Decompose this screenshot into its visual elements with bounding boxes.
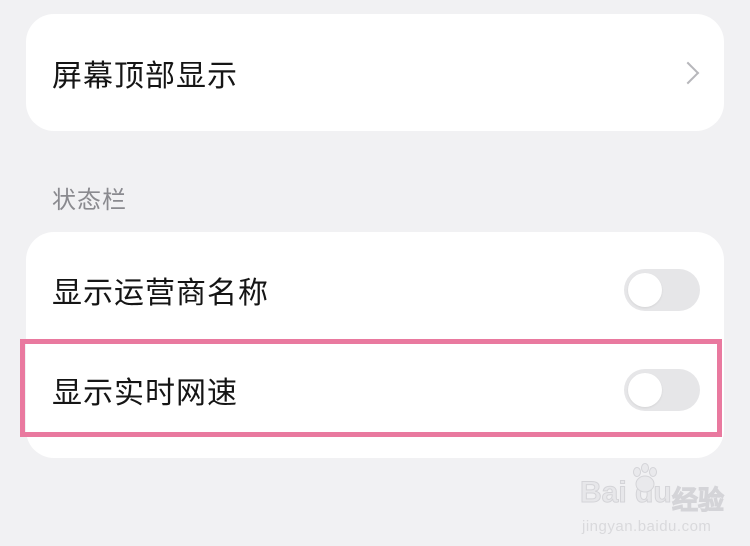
show-carrier-name-row[interactable]: 显示运营商名称 xyxy=(26,232,724,347)
show-carrier-name-label: 显示运营商名称 xyxy=(52,275,269,311)
jingyan-text: 经验 xyxy=(671,486,725,517)
show-carrier-name-toggle[interactable] xyxy=(624,268,700,311)
screen-top-display-label: 屏幕顶部显示 xyxy=(52,58,238,94)
baidu-paw-icon xyxy=(633,463,657,493)
highlight-annotation-box xyxy=(20,339,722,437)
screen-top-display-card[interactable]: 屏幕顶部显示 xyxy=(26,14,724,131)
status-bar-section-header: 状态栏 xyxy=(52,186,127,214)
baidu-jingyan-watermark: Bai du 经验 jingyan.baidu.com xyxy=(568,462,748,542)
chevron-right-icon xyxy=(676,61,700,84)
watermark-url: jingyan.baidu.com xyxy=(582,518,712,535)
toggle-knob xyxy=(628,272,662,307)
